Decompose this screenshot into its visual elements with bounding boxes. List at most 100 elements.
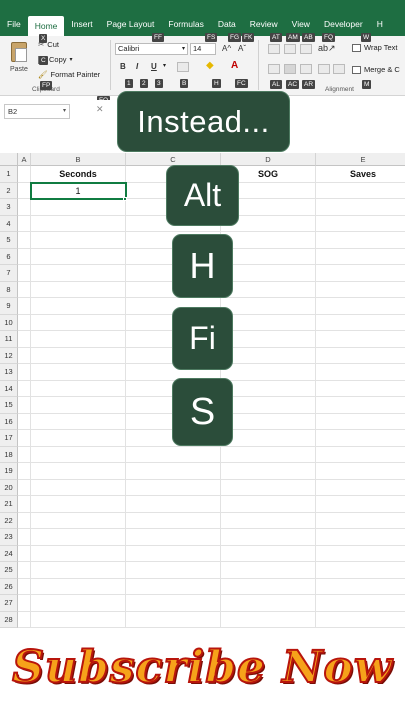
- cell-d23[interactable]: [221, 529, 316, 546]
- cell-b13[interactable]: [31, 364, 126, 381]
- cell-b14[interactable]: [31, 380, 126, 397]
- decrease-indent-button[interactable]: [318, 64, 330, 74]
- cell-c22[interactable]: [126, 512, 221, 529]
- cell-a11[interactable]: [18, 331, 31, 348]
- row-header[interactable]: 1: [0, 166, 18, 183]
- cell-d7[interactable]: [221, 265, 316, 282]
- cell-a24[interactable]: [18, 545, 31, 562]
- cell-e21[interactable]: [316, 496, 405, 513]
- align-top-button[interactable]: [268, 44, 280, 54]
- row-header[interactable]: 26: [0, 578, 18, 595]
- orientation-icon[interactable]: ab↗: [318, 43, 336, 54]
- tab-formulas[interactable]: Formulas: [161, 12, 210, 36]
- cell-a20[interactable]: [18, 479, 31, 496]
- cell-a13[interactable]: [18, 364, 31, 381]
- cell-c24[interactable]: [126, 545, 221, 562]
- cell-a22[interactable]: [18, 512, 31, 529]
- row-header[interactable]: 10: [0, 314, 18, 331]
- align-left-button[interactable]: [268, 64, 280, 74]
- cell-e14[interactable]: [316, 381, 405, 397]
- cell-d19[interactable]: [221, 463, 316, 480]
- row-header[interactable]: 2: [0, 182, 18, 199]
- bold-button[interactable]: B: [120, 62, 126, 71]
- cell-b19[interactable]: [31, 463, 126, 480]
- cell-b24[interactable]: [31, 545, 126, 562]
- shrink-font-icon[interactable]: Aˇ: [238, 44, 246, 53]
- align-right-button[interactable]: [300, 64, 312, 74]
- row-header[interactable]: 18: [0, 446, 18, 463]
- cell-b18[interactable]: [31, 446, 126, 463]
- tab-home[interactable]: Home: [27, 16, 65, 36]
- cell-c26[interactable]: [126, 578, 221, 595]
- cell-a10[interactable]: [18, 314, 31, 331]
- cell-b11[interactable]: [31, 331, 126, 348]
- cell-b3[interactable]: [31, 199, 126, 216]
- cell-a26[interactable]: [18, 578, 31, 595]
- align-bottom-button[interactable]: [300, 44, 312, 54]
- cell-e20[interactable]: [316, 480, 405, 496]
- cell-d8[interactable]: [221, 281, 316, 298]
- wrap-text-button[interactable]: Wrap Text: [352, 43, 398, 52]
- cell-b4[interactable]: [31, 215, 126, 232]
- cell-a3[interactable]: [18, 199, 31, 216]
- cell-d10[interactable]: [221, 314, 316, 331]
- row-header[interactable]: 7: [0, 265, 18, 282]
- cell-c27[interactable]: [126, 595, 221, 612]
- cell-e27[interactable]: [316, 595, 405, 612]
- cell-d15[interactable]: [221, 397, 316, 414]
- cell-d11[interactable]: [221, 331, 316, 348]
- cell-e28[interactable]: [316, 612, 405, 628]
- row-header[interactable]: 12: [0, 347, 18, 364]
- cell-b10[interactable]: [31, 314, 126, 331]
- cell-d28[interactable]: [221, 611, 316, 628]
- cell-d16[interactable]: [221, 413, 316, 430]
- merge-center-button[interactable]: Merge & C: [352, 65, 400, 74]
- cell-b5[interactable]: [31, 232, 126, 249]
- name-box[interactable]: B2 ▾: [4, 104, 70, 119]
- cell-e2[interactable]: [316, 183, 405, 199]
- cell-a28[interactable]: [18, 611, 31, 628]
- cell-c19[interactable]: [126, 463, 221, 480]
- cell-d26[interactable]: [221, 578, 316, 595]
- cell-a1[interactable]: [18, 166, 31, 183]
- cell-e10[interactable]: [316, 315, 405, 331]
- cell-d14[interactable]: [221, 380, 316, 397]
- cell-e8[interactable]: [316, 282, 405, 298]
- cell-d6[interactable]: [221, 248, 316, 265]
- cell-e1[interactable]: Saves: [316, 166, 405, 183]
- row-header[interactable]: 15: [0, 397, 18, 414]
- cell-b6[interactable]: [31, 248, 126, 265]
- column-header-a[interactable]: A: [18, 153, 31, 166]
- align-middle-button[interactable]: [284, 44, 296, 54]
- cell-b9[interactable]: [31, 298, 126, 315]
- cell-b20[interactable]: [31, 479, 126, 496]
- cell-a18[interactable]: [18, 446, 31, 463]
- cell-b21[interactable]: [31, 496, 126, 513]
- cell-e24[interactable]: [316, 546, 405, 562]
- cell-c18[interactable]: [126, 446, 221, 463]
- row-header[interactable]: 8: [0, 281, 18, 298]
- cell-e17[interactable]: [316, 430, 405, 447]
- tab-h[interactable]: H: [370, 12, 390, 36]
- cell-d27[interactable]: [221, 595, 316, 612]
- row-header[interactable]: 17: [0, 430, 18, 447]
- cell-e11[interactable]: [316, 331, 405, 348]
- fill-color-icon[interactable]: ◆: [206, 60, 214, 71]
- cell-d20[interactable]: [221, 479, 316, 496]
- row-header[interactable]: 11: [0, 331, 18, 348]
- cell-e9[interactable]: [316, 298, 405, 315]
- cell-b26[interactable]: [31, 578, 126, 595]
- column-header-e[interactable]: E: [316, 153, 405, 166]
- cell-b27[interactable]: [31, 595, 126, 612]
- cell-d9[interactable]: [221, 298, 316, 315]
- cell-b23[interactable]: [31, 529, 126, 546]
- row-header[interactable]: 14: [0, 380, 18, 397]
- cell-e7[interactable]: [316, 265, 405, 282]
- row-header[interactable]: 20: [0, 479, 18, 496]
- cell-a7[interactable]: [18, 265, 31, 282]
- cell-e26[interactable]: [316, 579, 405, 595]
- cell-b12[interactable]: [31, 347, 126, 364]
- row-header[interactable]: 22: [0, 512, 18, 529]
- cell-b22[interactable]: [31, 512, 126, 529]
- cell-e23[interactable]: [316, 529, 405, 546]
